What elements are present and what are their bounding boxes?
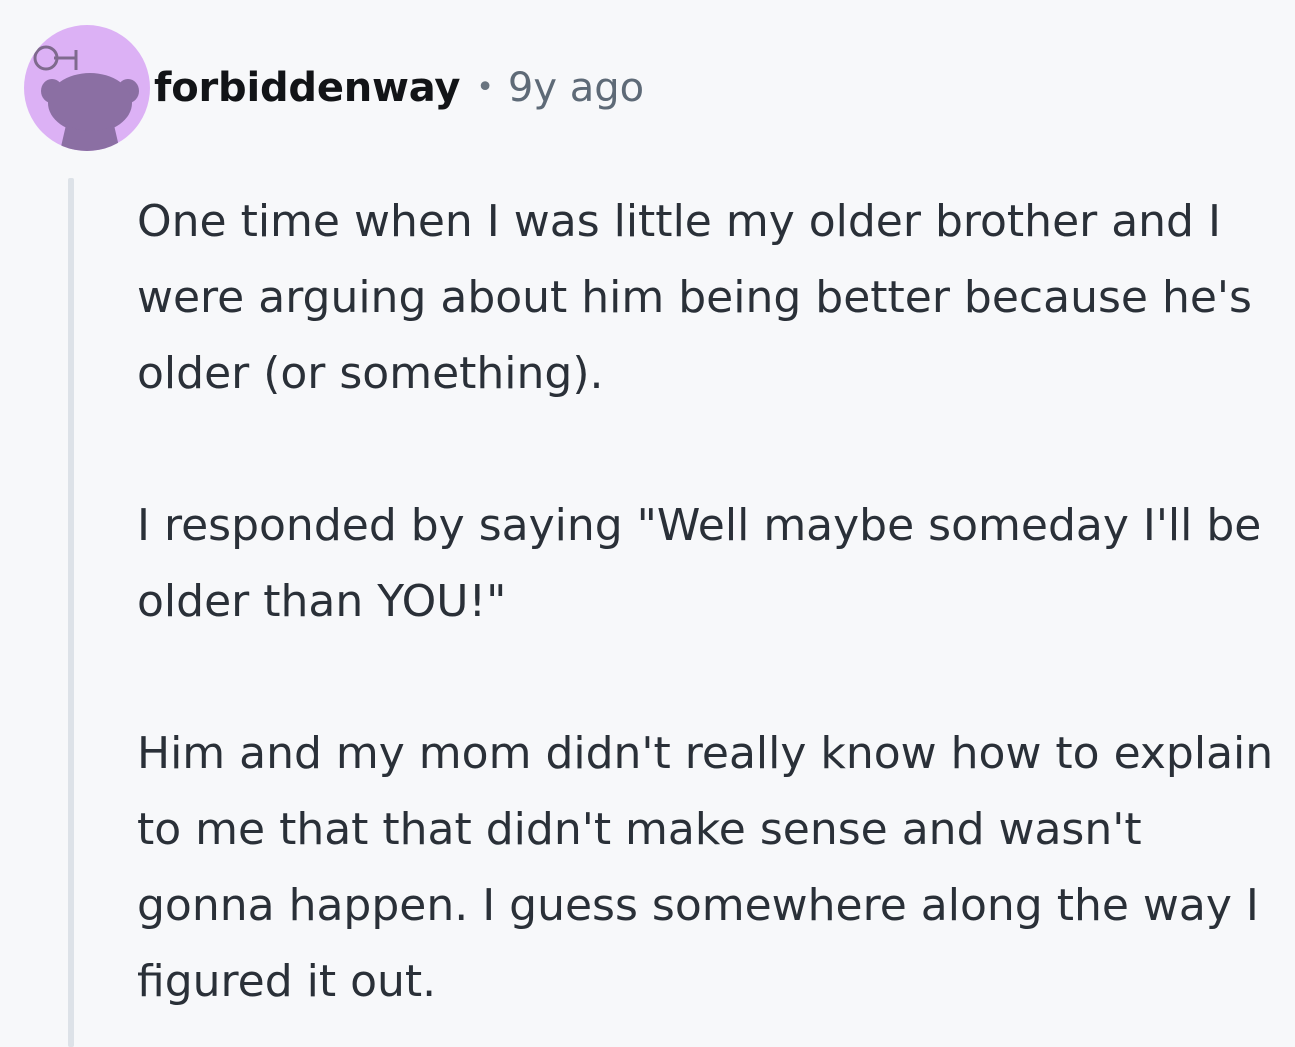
comment-timestamp[interactable]: 9y ago [508,68,644,108]
comment-paragraph: I responded by saying "Well maybe someda… [137,500,1262,627]
reddit-snoo-avatar-icon [33,45,139,151]
comment-paragraph: One time when I was little my older brot… [137,196,1252,399]
username-link[interactable]: forbiddenway [154,68,460,108]
comment-paragraph: Him and my mom didn't really know how to… [137,728,1274,1007]
user-avatar[interactable] [24,25,150,151]
comment-header: forbiddenway • 9y ago [24,24,644,152]
thread-collapse-line[interactable] [68,178,74,1047]
separator-dot: • [476,70,494,105]
comment-meta: forbiddenway • 9y ago [154,24,644,152]
comment-body: One time when I was little my older brot… [137,184,1282,1020]
comment-page: forbiddenway • 9y ago One time when I wa… [0,0,1295,1047]
